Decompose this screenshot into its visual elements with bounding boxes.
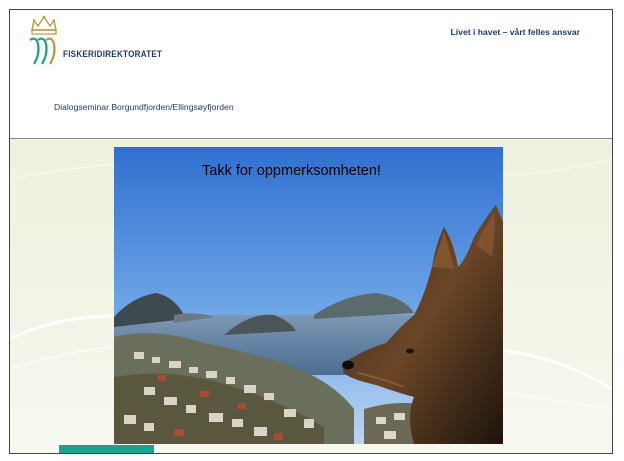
seminar-title: Dialogseminar Borgundfjorden/Ellingsøyfj…	[54, 102, 234, 112]
slide-tagline: Livet i havet – vårt felles ansvar	[450, 27, 580, 37]
alesund-dog-photo: Takk for oppmerksomheten!	[114, 147, 503, 444]
logo-wordmark: FISKERIDIREKTORATET	[63, 49, 163, 60]
crown-emblem-icon	[29, 15, 57, 65]
fiskeridirektoratet-logo: FISKERIDIREKTORATET	[24, 14, 184, 70]
photo-illustration	[114, 147, 503, 444]
teal-accent-bar	[59, 445, 154, 453]
thank-you-caption: Takk for oppmerksomheten!	[202, 163, 381, 179]
presentation-slide: FISKERIDIREKTORATET Livet i havet – vårt…	[9, 9, 613, 454]
